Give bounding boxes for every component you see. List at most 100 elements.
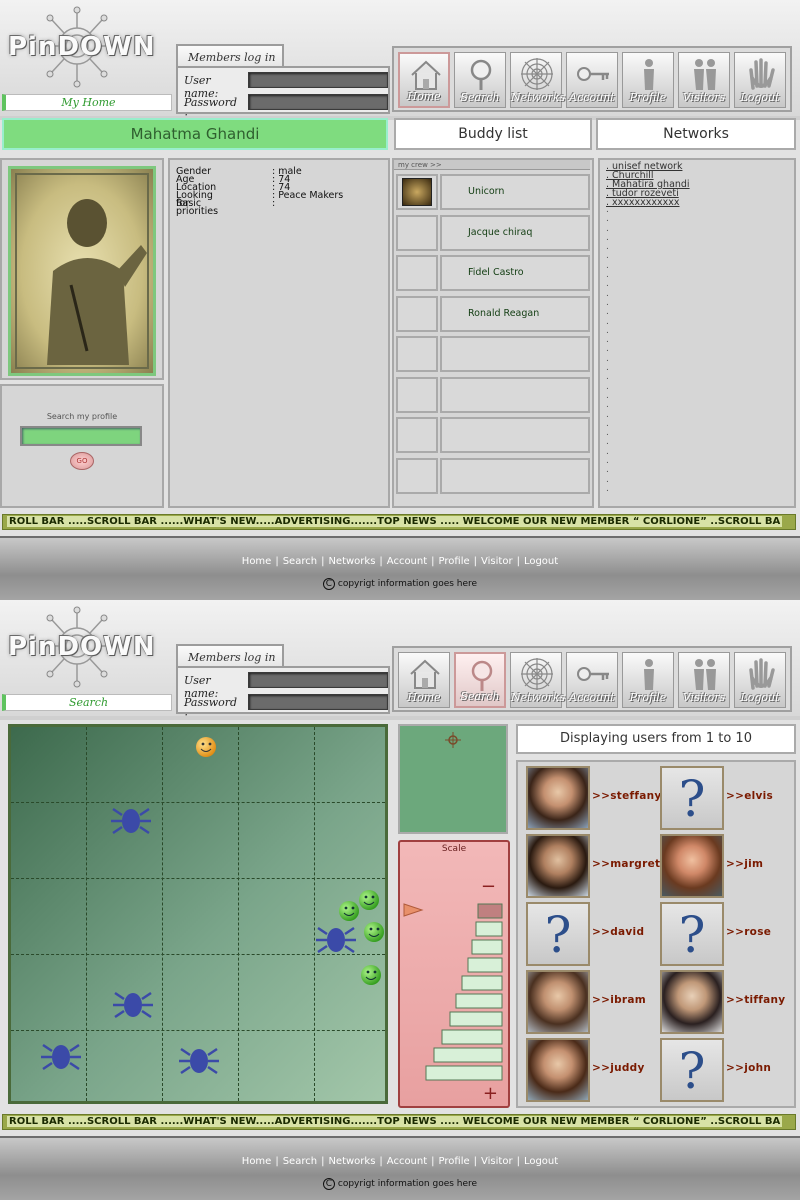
buddy-name[interactable]: Fidel Castro	[440, 255, 590, 291]
user-name-link[interactable]: >>steffany	[592, 790, 662, 802]
password-input[interactable]	[248, 694, 388, 710]
search-profile-input[interactable]	[20, 426, 142, 446]
user-name-link[interactable]: >>elvis	[726, 790, 773, 802]
copyright-text: copyrigt information goes here	[337, 579, 478, 589]
footer-link-networks[interactable]: Networks	[328, 556, 375, 567]
buddy-avatar-slot[interactable]	[396, 336, 438, 372]
password-input[interactable]	[248, 94, 388, 110]
scroll-bar-text: ROLL BAR .....SCROLL BAR ......WHAT'S NE…	[7, 516, 783, 527]
buddy-avatar-slot[interactable]	[396, 417, 438, 453]
nav-profile-button[interactable]: Profile	[622, 52, 674, 108]
footer-link-profile[interactable]: Profile	[439, 556, 470, 567]
user-name-link[interactable]: >>john	[726, 1062, 771, 1074]
footer-link-logout[interactable]: Logout	[524, 556, 558, 567]
user-smiley-icon[interactable]	[361, 965, 381, 985]
buddy-avatar-slot[interactable]	[396, 255, 438, 291]
photo-frame	[15, 173, 149, 369]
search-map[interactable]	[8, 724, 388, 1104]
footer-link-home[interactable]: Home	[242, 556, 272, 567]
footer-link-logout[interactable]: Logout	[524, 1156, 558, 1167]
people-icon	[694, 59, 716, 90]
nav-networks-button[interactable]: Networks	[510, 652, 565, 708]
user-photo[interactable]	[526, 766, 590, 830]
buddy-avatar-slot[interactable]	[396, 214, 438, 251]
user-photo[interactable]	[526, 1038, 590, 1102]
user-name-link[interactable]: >>juddy	[592, 1062, 645, 1074]
footer-link-networks[interactable]: Networks	[328, 1156, 375, 1167]
nav-home-button[interactable]: Home	[398, 652, 450, 708]
nav-visitors-button[interactable]: Visitors	[678, 652, 730, 708]
user-name-link[interactable]: >>rose	[726, 926, 771, 938]
nav-search-button[interactable]: Search	[454, 652, 506, 708]
buddy-name[interactable]: Ronald Reagan	[440, 295, 590, 332]
nav-search-button[interactable]: Search	[454, 52, 506, 108]
user-smiley-icon[interactable]	[359, 890, 379, 910]
footer-link-home[interactable]: Home	[242, 1156, 272, 1167]
pindown-logo[interactable]: PinDOWN	[4, 4, 155, 88]
user-photo-placeholder[interactable]: ?	[660, 902, 724, 966]
spider-marker-icon[interactable]	[316, 926, 356, 954]
footer-link-visitor[interactable]: Visitor	[481, 556, 513, 567]
buddy-name[interactable]: Unicorn	[440, 174, 590, 210]
spiderweb-icon	[521, 58, 553, 90]
footer-link-account[interactable]: Account	[387, 1156, 427, 1167]
username-input[interactable]	[248, 72, 388, 88]
network-link[interactable]: . xxxxxxxxxxxx	[606, 198, 690, 208]
user-name-link[interactable]: >>margret	[592, 858, 660, 870]
user-photo[interactable]	[526, 970, 590, 1034]
profile-photo[interactable]	[8, 166, 156, 376]
spider-marker-icon[interactable]	[41, 1043, 81, 1071]
buddy-avatar-slot[interactable]	[396, 376, 438, 413]
user-smiley-icon[interactable]	[196, 737, 216, 757]
spider-marker-icon[interactable]	[179, 1047, 219, 1075]
buddy-avatar-slot[interactable]	[396, 457, 438, 494]
user-photo-placeholder[interactable]: ?	[526, 902, 590, 966]
footer-link-profile[interactable]: Profile	[439, 1156, 470, 1167]
nav-logout-button[interactable]: Logout	[734, 652, 786, 708]
nav-networks-button[interactable]: Networks	[510, 52, 565, 108]
minimap[interactable]	[398, 724, 508, 834]
user-photo[interactable]	[660, 970, 724, 1034]
nav-account-button[interactable]: Account	[566, 652, 618, 708]
scale-pointer-icon[interactable]	[403, 903, 424, 917]
nav-logout-button[interactable]: Logout	[734, 52, 786, 108]
buddy-avatar-slot[interactable]	[396, 295, 438, 332]
footer-link-visitor[interactable]: Visitor	[481, 1156, 513, 1167]
nav-account-button[interactable]: Account	[566, 52, 618, 108]
nav-home-button[interactable]: Home	[398, 52, 450, 108]
user-photo[interactable]	[660, 834, 724, 898]
footer-link-account[interactable]: Account	[387, 556, 427, 567]
user-name-link[interactable]: >>tiffany	[726, 994, 785, 1006]
crew-label[interactable]: my crew >>	[394, 160, 590, 170]
zoom-scale[interactable]: Scale − +	[398, 840, 510, 1108]
spider-marker-icon[interactable]	[113, 991, 153, 1019]
question-mark-icon: ?	[544, 906, 572, 964]
buddy-list-title: Buddy list	[394, 118, 592, 150]
buddy-name[interactable]	[440, 336, 590, 372]
user-smiley-icon[interactable]	[339, 901, 359, 921]
login-box: User name: Password :	[176, 666, 390, 722]
user-photo[interactable]	[526, 834, 590, 898]
footer-link-search[interactable]: Search	[283, 556, 317, 567]
go-button[interactable]: GO	[70, 452, 94, 470]
separator: |	[473, 556, 478, 567]
buddy-name[interactable]	[440, 376, 590, 413]
buddy-name[interactable]	[440, 417, 590, 453]
buddy-avatar-slot[interactable]	[396, 174, 438, 210]
nav-profile-button[interactable]: Profile	[622, 652, 674, 708]
user-name-link[interactable]: >>ibram	[592, 994, 646, 1006]
footer-link-search[interactable]: Search	[283, 1156, 317, 1167]
buddy-name[interactable]: Jacque chiraq	[440, 214, 590, 251]
nav-visitors-button[interactable]: Visitors	[678, 52, 730, 108]
user-photo-placeholder[interactable]: ?	[660, 1038, 724, 1102]
username-input[interactable]	[248, 672, 388, 688]
user-smiley-icon[interactable]	[364, 922, 384, 942]
network-list: . unisef network. Churchill. Mahatira gh…	[606, 162, 690, 208]
user-name-link[interactable]: >>david	[592, 926, 644, 938]
separator: |	[321, 556, 325, 567]
user-photo-placeholder[interactable]: ?	[660, 766, 724, 830]
buddy-name[interactable]	[440, 457, 590, 494]
spider-marker-icon[interactable]	[111, 807, 151, 835]
pindown-logo[interactable]: PinDOWN	[4, 604, 155, 688]
user-name-link[interactable]: >>jim	[726, 858, 763, 870]
